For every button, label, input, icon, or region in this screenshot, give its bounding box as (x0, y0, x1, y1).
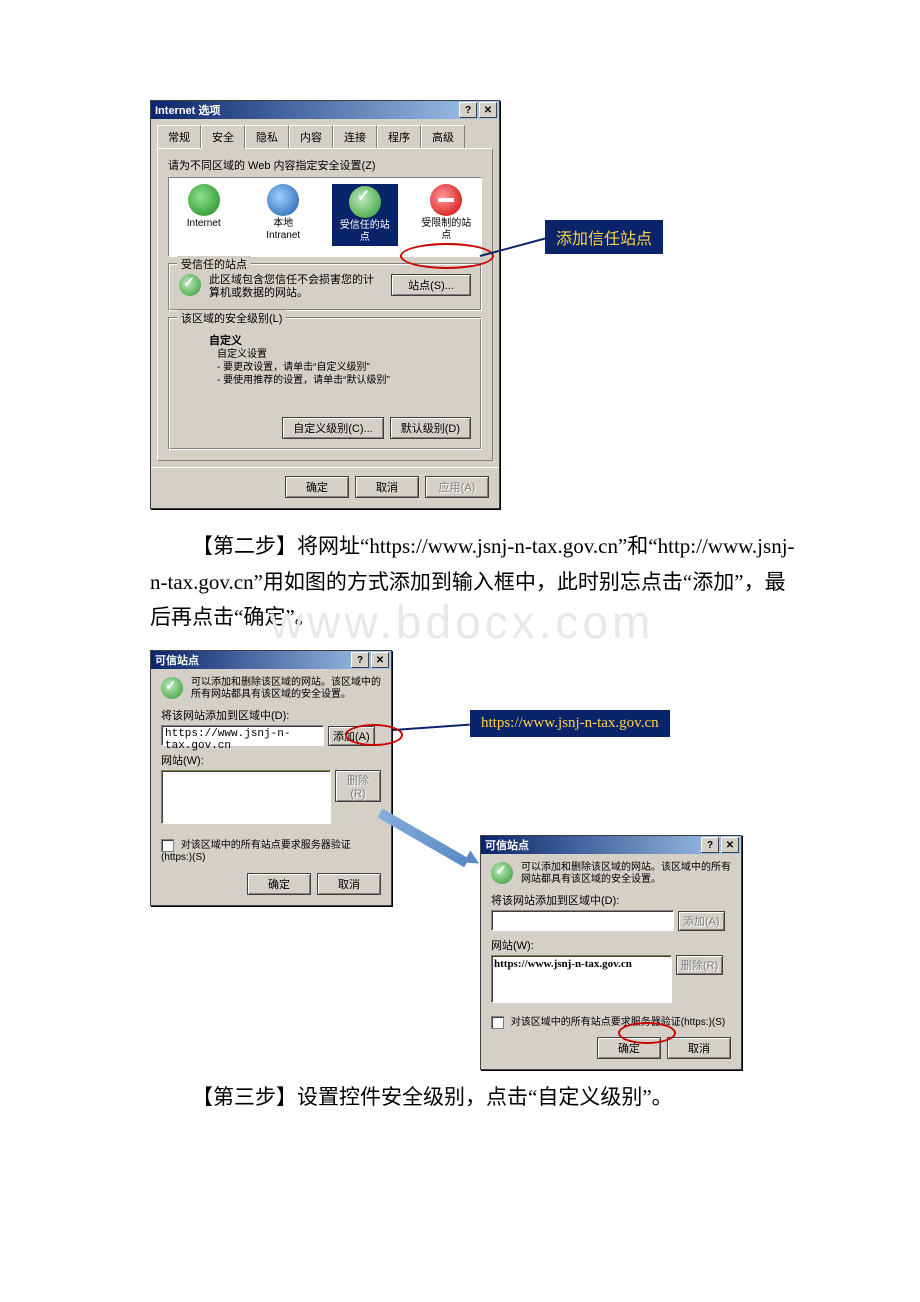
tab-content[interactable]: 内容 (289, 125, 333, 148)
remove-button[interactable]: 删除(R) (676, 955, 723, 975)
help-icon[interactable]: ? (701, 837, 719, 853)
url-input[interactable] (491, 910, 674, 931)
check-icon (161, 677, 183, 699)
tab-connections[interactable]: 连接 (333, 125, 377, 148)
internet-options-dialog: Internet 选项 ? ✕ 常规 安全 隐私 内容 连接 程序 高级 请为不… (150, 100, 500, 509)
tab-strip: 常规 安全 隐私 内容 连接 程序 高级 (157, 125, 493, 148)
ok-button[interactable]: 确定 (285, 476, 349, 498)
websites-listbox[interactable]: https://www.jsnj-n-tax.gov.cn (491, 955, 672, 1003)
cancel-button[interactable]: 取消 (355, 476, 419, 498)
websites-label: 网站(W): (491, 937, 731, 953)
add-button[interactable]: 添加(A) (678, 911, 725, 931)
websites-label: 网站(W): (161, 752, 381, 768)
dialog-title: 可信站点 (155, 652, 199, 668)
trusted-desc: 此区域包含您信任不会损害您的计算机或数据的网站。 (209, 274, 383, 300)
remove-button[interactable]: 删除(R) (335, 770, 381, 802)
zone-local-intranet[interactable]: 本地 Intranet (253, 184, 315, 246)
step2-paragraph: 【第二步】将网址“https://www.jsnj-n-tax.gov.cn”和… (150, 529, 800, 636)
dialog-titlebar[interactable]: 可信站点 ? ✕ (481, 836, 741, 854)
ok-button[interactable]: 确定 (247, 873, 311, 895)
zone-trusted-sites[interactable]: 受信任的站 点 (332, 184, 398, 246)
ok-button[interactable]: 确定 (597, 1037, 661, 1059)
url-input[interactable]: https://www.jsnj-n-tax.gov.cn (161, 725, 324, 746)
callout-url: https://www.jsnj-n-tax.gov.cn (470, 710, 670, 737)
tab-programs[interactable]: 程序 (377, 125, 421, 148)
callout-add-trusted: 添加信任站点 (545, 220, 663, 254)
tab-privacy[interactable]: 隐私 (245, 125, 289, 148)
apply-button[interactable]: 应用(A) (425, 476, 489, 498)
globe-icon (188, 184, 220, 216)
help-icon[interactable]: ? (459, 102, 477, 118)
zone-instruction: 请为不同区域的 Web 内容指定安全设置(Z) (168, 157, 482, 173)
cancel-button[interactable]: 取消 (317, 873, 381, 895)
restricted-icon (430, 184, 462, 216)
dialog-titlebar[interactable]: 可信站点 ? ✕ (151, 651, 391, 669)
cancel-button[interactable]: 取消 (667, 1037, 731, 1059)
tab-advanced[interactable]: 高级 (421, 125, 465, 148)
close-icon[interactable]: ✕ (479, 102, 497, 118)
trusted-sites-dialog-before: 可信站点 ? ✕ 可以添加和删除该区域的网站。该区域中的所有网站都具有该区域的安… (150, 650, 392, 906)
check-icon (491, 862, 513, 884)
intranet-icon (267, 184, 299, 216)
tab-general[interactable]: 常规 (157, 125, 201, 148)
https-check-label: 对该区域中的所有站点要求服务器验证(https:)(S) (161, 840, 351, 863)
trusted-icon (349, 186, 381, 218)
close-icon[interactable]: ✕ (721, 837, 739, 853)
help-icon[interactable]: ? (351, 652, 369, 668)
zone-internet[interactable]: Internet (173, 184, 235, 246)
default-level-button[interactable]: 默认级别(D) (390, 417, 471, 439)
zone-list: Internet 本地 Intranet 受信任的站 点 受限制的站 点 (168, 177, 482, 257)
trusted-desc: 可以添加和删除该区域的网站。该区域中的所有网站都具有该区域的安全设置。 (521, 862, 731, 886)
security-level-group: 该区域的安全级别(L) 自定义 自定义设置 - 要更改设置，请单击“自定义级别”… (168, 317, 482, 450)
tab-security[interactable]: 安全 (201, 125, 245, 149)
trusted-sites-dialog-after: 可信站点 ? ✕ 可以添加和删除该区域的网站。该区域中的所有网站都具有该区域的安… (480, 835, 742, 1070)
custom-sub: 自定义设置 (217, 348, 471, 361)
sites-button[interactable]: 站点(S)... (391, 274, 471, 296)
https-checkbox[interactable] (491, 1016, 504, 1029)
add-button[interactable]: 添加(A) (328, 726, 375, 746)
dialog-title: Internet 选项 (155, 102, 220, 118)
dialog-title: 可信站点 (485, 837, 529, 853)
add-to-zone-label: 将该网站添加到区域中(D): (161, 707, 381, 723)
custom-line1: - 要更改设置，请单击“自定义级别” (217, 361, 471, 374)
custom-label: 自定义 (209, 332, 471, 348)
step3-paragraph: 【第三步】设置控件安全级别，点击“自定义级别”。 (150, 1080, 800, 1116)
list-item[interactable]: https://www.jsnj-n-tax.gov.cn (494, 958, 669, 970)
level-legend: 该区域的安全级别(L) (177, 310, 286, 326)
https-checkbox[interactable] (161, 839, 174, 852)
dialog-titlebar[interactable]: Internet 选项 ? ✕ (151, 101, 499, 119)
add-to-zone-label: 将该网站添加到区域中(D): (491, 892, 731, 908)
close-icon[interactable]: ✕ (371, 652, 389, 668)
custom-line2: - 要使用推荐的设置，请单击“默认级别” (217, 374, 471, 387)
trusted-desc: 可以添加和删除该区域的网站。该区域中的所有网站都具有该区域的安全设置。 (191, 677, 381, 701)
trusted-sites-group: 受信任的站点 此区域包含您信任不会损害您的计算机或数据的网站。 站点(S)... (168, 263, 482, 311)
check-icon (179, 274, 201, 296)
zone-restricted-sites[interactable]: 受限制的站 点 (416, 184, 478, 246)
trusted-legend: 受信任的站点 (177, 256, 251, 272)
custom-level-button[interactable]: 自定义级别(C)... (282, 417, 383, 439)
websites-listbox[interactable] (161, 770, 331, 824)
https-check-label: 对该区域中的所有站点要求服务器验证(https:)(S) (511, 1017, 725, 1028)
